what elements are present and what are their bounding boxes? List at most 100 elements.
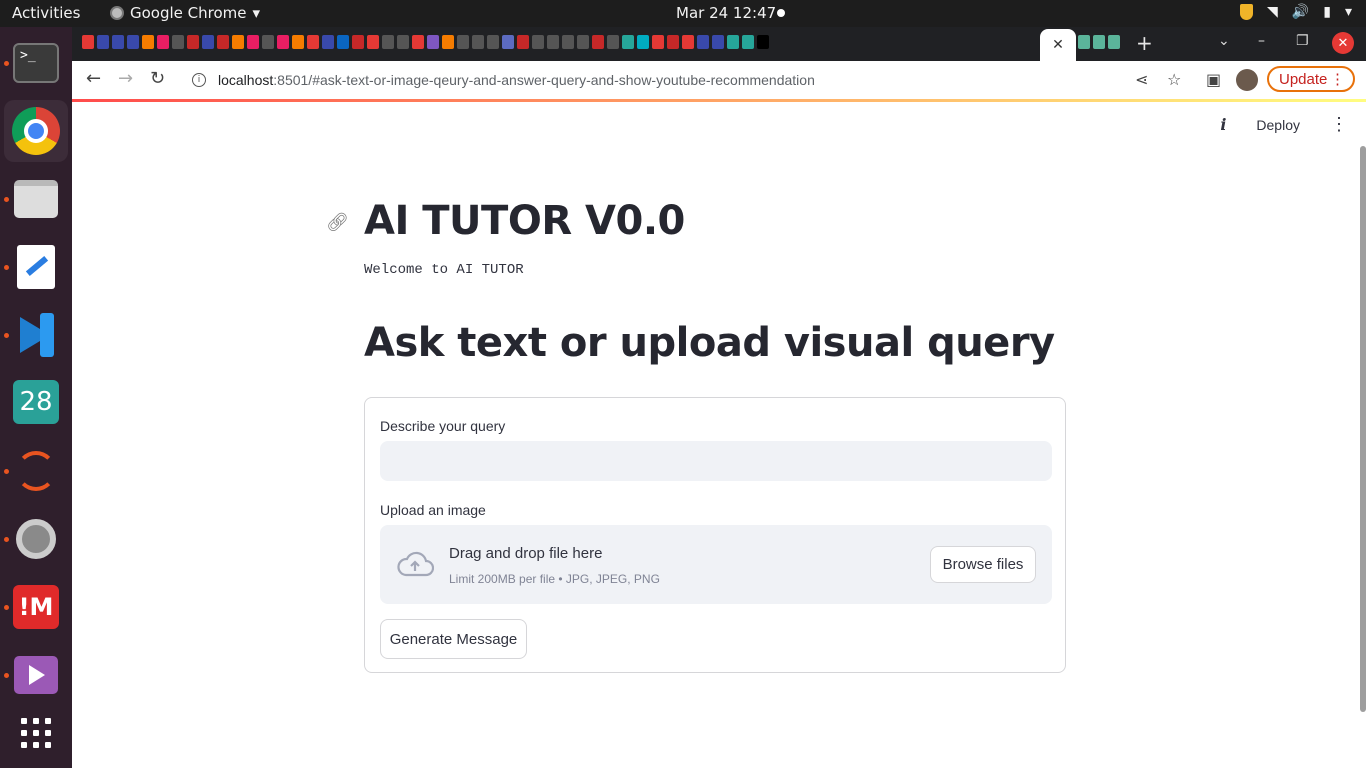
back-arrow-icon[interactable]: ← — [86, 68, 101, 89]
share-icon[interactable]: ⋖ — [1135, 70, 1148, 89]
trailing-tabs[interactable] — [1078, 35, 1120, 49]
tab-favicon-icon[interactable] — [547, 35, 559, 49]
dock-video-player[interactable] — [10, 649, 62, 701]
tab-favicon-icon[interactable] — [532, 35, 544, 49]
tab-favicon-icon[interactable] — [457, 35, 469, 49]
tab-favicon-icon[interactable] — [202, 35, 214, 49]
tab-favicon-icon[interactable] — [292, 35, 304, 49]
tab-favicon-icon[interactable] — [352, 35, 364, 49]
deploy-button[interactable]: Deploy — [1256, 117, 1300, 133]
url-text[interactable]: localhost:8501/#ask-text-or-image-qeury-… — [218, 72, 815, 88]
pinned-tabs[interactable] — [82, 35, 769, 49]
show-applications-button[interactable] — [10, 707, 62, 759]
minimize-icon[interactable]: – — [1258, 33, 1265, 49]
tab-favicon-icon[interactable] — [622, 35, 634, 49]
tab-favicon-icon[interactable] — [427, 35, 439, 49]
dock-files[interactable] — [10, 173, 62, 225]
tab-favicon-icon[interactable] — [1078, 35, 1090, 49]
query-input[interactable] — [380, 441, 1052, 481]
anchor-link-icon[interactable]: 🔗︎ — [326, 212, 349, 233]
dock-settings[interactable] — [10, 513, 62, 565]
tab-favicon-icon[interactable] — [412, 35, 424, 49]
tab-favicon-icon[interactable] — [82, 35, 94, 49]
bookmark-star-icon[interactable]: ☆ — [1167, 70, 1181, 89]
dock-im-app[interactable]: !M — [10, 581, 62, 633]
tab-favicon-icon[interactable] — [517, 35, 529, 49]
restore-icon[interactable]: ❐ — [1296, 33, 1309, 49]
tab-favicon-icon[interactable] — [607, 35, 619, 49]
tab-favicon-icon[interactable] — [562, 35, 574, 49]
tab-favicon-icon[interactable] — [142, 35, 154, 49]
info-icon[interactable]: i — [1220, 115, 1226, 134]
tab-favicon-icon[interactable] — [487, 35, 499, 49]
tab-favicon-icon[interactable] — [472, 35, 484, 49]
tab-favicon-icon[interactable] — [757, 35, 769, 49]
close-tab-icon[interactable]: ✕ — [1052, 37, 1064, 53]
tab-favicon-icon[interactable] — [127, 35, 139, 49]
running-indicator — [4, 537, 9, 542]
tab-favicon-icon[interactable] — [697, 35, 709, 49]
generate-message-button[interactable]: Generate Message — [380, 619, 527, 659]
main-menu-icon[interactable]: ⋮ — [1330, 114, 1348, 135]
tab-favicon-icon[interactable] — [187, 35, 199, 49]
tab-favicon-icon[interactable] — [742, 35, 754, 49]
tab-favicon-icon[interactable] — [1108, 35, 1120, 49]
tab-favicon-icon[interactable] — [277, 35, 289, 49]
tab-favicon-icon[interactable] — [217, 35, 229, 49]
side-panel-icon[interactable]: ▣ — [1206, 70, 1221, 89]
tab-favicon-icon[interactable] — [727, 35, 739, 49]
file-dropzone[interactable]: Drag and drop file here Limit 200MB per … — [380, 525, 1052, 604]
tab-favicon-icon[interactable] — [577, 35, 589, 49]
tab-favicon-icon[interactable] — [97, 35, 109, 49]
tab-favicon-icon[interactable] — [307, 35, 319, 49]
tab-favicon-icon[interactable] — [247, 35, 259, 49]
app-menu[interactable]: Google Chrome ▾ — [110, 4, 260, 22]
tab-favicon-icon[interactable] — [502, 35, 514, 49]
chevron-down-icon[interactable]: ▾ — [1345, 4, 1352, 20]
dock-text-editor[interactable] — [10, 241, 62, 293]
tab-favicon-icon[interactable] — [442, 35, 454, 49]
tab-favicon-icon[interactable] — [637, 35, 649, 49]
tab-favicon-icon[interactable] — [322, 35, 334, 49]
forward-arrow-icon[interactable]: → — [118, 68, 133, 89]
new-tab-button[interactable]: + — [1136, 31, 1153, 55]
tab-favicon-icon[interactable] — [157, 35, 169, 49]
tab-favicon-icon[interactable] — [592, 35, 604, 49]
dock-eclipse[interactable] — [10, 445, 62, 497]
profile-avatar[interactable] — [1236, 69, 1258, 91]
tab-favicon-icon[interactable] — [262, 35, 274, 49]
tab-favicon-icon[interactable] — [682, 35, 694, 49]
dock-chrome[interactable] — [4, 100, 68, 162]
tab-favicon-icon[interactable] — [1093, 35, 1105, 49]
reload-icon[interactable]: ↻ — [150, 68, 165, 89]
system-tray[interactable]: ◥ 🔊 ▮ ▾ — [1240, 4, 1352, 20]
battery-icon[interactable]: ▮ — [1323, 4, 1331, 20]
activities-button[interactable]: Activities — [12, 4, 80, 22]
dock-vscode[interactable] — [10, 309, 62, 361]
scrollbar[interactable] — [1360, 146, 1366, 712]
shield-icon[interactable] — [1240, 4, 1254, 20]
clock[interactable]: Mar 24 12:47 — [676, 4, 776, 22]
tab-favicon-icon[interactable] — [712, 35, 724, 49]
tab-favicon-icon[interactable] — [382, 35, 394, 49]
tab-favicon-icon[interactable] — [232, 35, 244, 49]
tab-favicon-icon[interactable] — [112, 35, 124, 49]
tab-favicon-icon[interactable] — [367, 35, 379, 49]
wifi-icon[interactable]: ◥ — [1267, 4, 1278, 20]
dock-terminal[interactable]: >_ — [10, 37, 62, 89]
active-tab[interactable]: ✕ — [1040, 29, 1076, 61]
tab-favicon-icon[interactable] — [172, 35, 184, 49]
tab-favicon-icon[interactable] — [652, 35, 664, 49]
address-bar[interactable]: i localhost:8501/#ask-text-or-image-qeur… — [180, 65, 1190, 95]
update-button[interactable]: Update ⋮ — [1267, 66, 1355, 92]
browser-tab-strip: ✕ + ⌄ – ❐ ✕ — [72, 27, 1366, 61]
volume-icon[interactable]: 🔊 — [1292, 4, 1309, 20]
site-info-icon[interactable]: i — [192, 73, 206, 87]
window-close-button[interactable]: ✕ — [1332, 32, 1354, 54]
browse-files-button[interactable]: Browse files — [930, 546, 1036, 583]
tab-search-icon[interactable]: ⌄ — [1218, 33, 1230, 49]
dock-calendar[interactable]: 28 — [10, 376, 62, 428]
tab-favicon-icon[interactable] — [337, 35, 349, 49]
tab-favicon-icon[interactable] — [397, 35, 409, 49]
tab-favicon-icon[interactable] — [667, 35, 679, 49]
